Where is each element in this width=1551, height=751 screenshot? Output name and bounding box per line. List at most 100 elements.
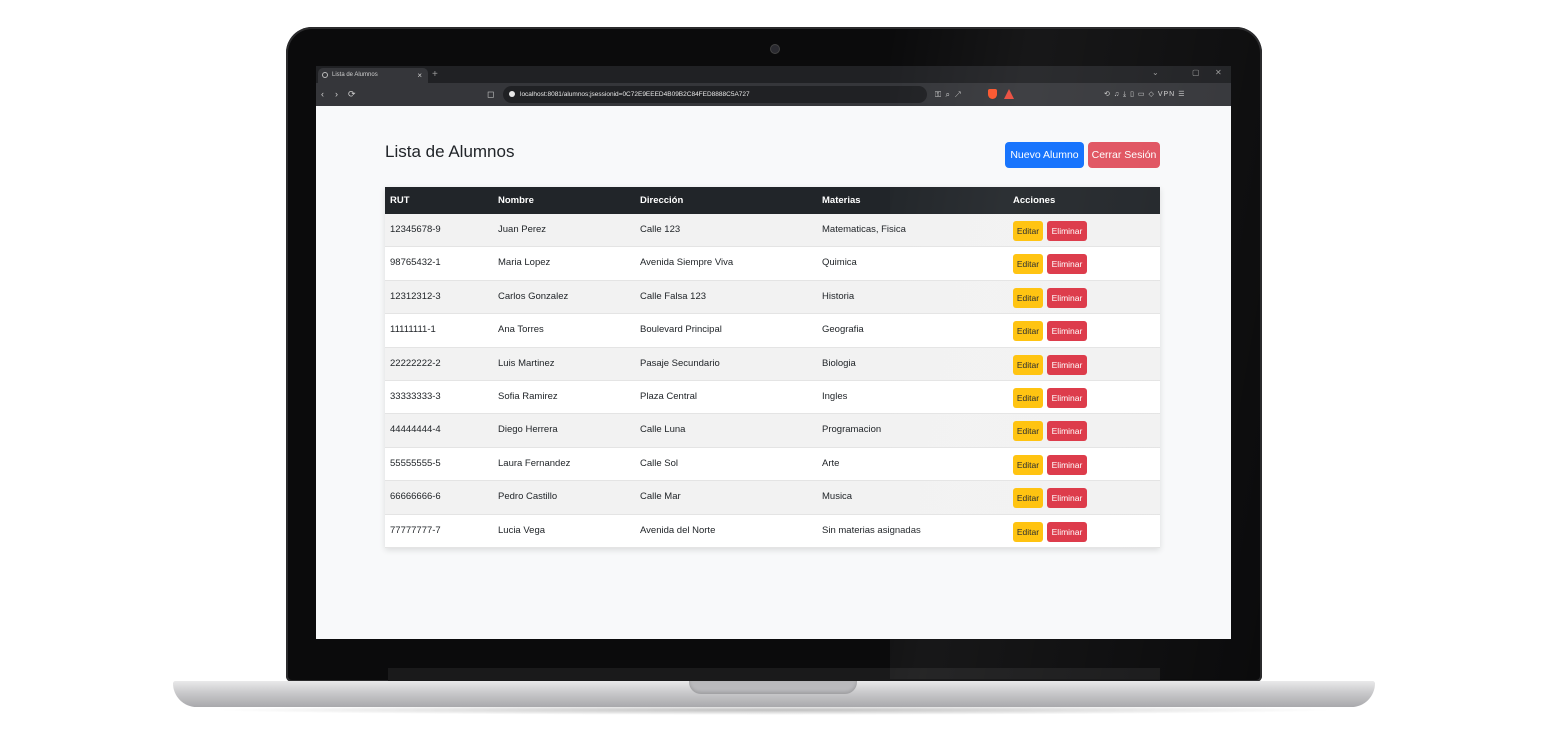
tab-close-icon[interactable]: × — [417, 68, 422, 83]
address-bar-actions: ⚿ ⌕ ↗ — [935, 83, 961, 106]
table-row: 12312312-3 Carlos Gonzalez Calle Falsa 1… — [385, 280, 1160, 315]
browser-tab[interactable]: Lista de Alumnos × — [318, 68, 428, 83]
share-icon[interactable]: ↗ — [954, 90, 960, 99]
page-title: Lista de Alumnos — [385, 142, 515, 161]
music-icon[interactable]: ♫ — [1114, 91, 1120, 98]
cell-nombre: Diego Herrera — [498, 424, 558, 436]
vpn-label[interactable]: VPN — [1158, 91, 1175, 98]
cell-rut: 11111111-1 — [390, 324, 436, 336]
cell-rut: 44444444-4 — [390, 424, 441, 436]
tab-search-icon[interactable]: ⌄ — [1152, 66, 1159, 80]
cell-rut: 66666666-6 — [390, 491, 441, 503]
cell-materias: Biologia — [822, 357, 856, 369]
laptop-hinge — [388, 668, 1160, 682]
delete-button[interactable]: Eliminar — [1047, 521, 1087, 542]
delete-button[interactable]: Eliminar — [1047, 321, 1087, 342]
key-icon[interactable]: ⚿ — [935, 90, 941, 99]
new-student-button[interactable]: Nuevo Alumno — [1005, 142, 1084, 168]
edit-button[interactable]: Editar — [1013, 254, 1043, 275]
delete-button[interactable]: Eliminar — [1047, 488, 1087, 509]
cell-rut: 33333333-3 — [390, 390, 441, 402]
delete-button[interactable]: Eliminar — [1047, 421, 1087, 442]
site-info-icon[interactable] — [509, 91, 515, 97]
edit-button[interactable]: Editar — [1013, 387, 1043, 408]
edit-button[interactable]: Editar — [1013, 221, 1043, 241]
cell-materias: Sin materias asignadas — [822, 524, 921, 536]
webcam-icon — [771, 45, 779, 53]
header-direccion: Dirección — [640, 195, 684, 206]
cell-direccion: Calle Sol — [640, 457, 679, 469]
edit-button[interactable]: Editar — [1013, 488, 1043, 509]
cell-nombre: Luis Martinez — [498, 357, 555, 369]
cell-nombre: Pedro Castillo — [498, 491, 558, 503]
address-bar[interactable]: ◻ localhost:8081/alumnos;jsessionid=0C72… — [487, 86, 927, 103]
students-table: RUT Nombre Dirección Materias Acciones 1… — [385, 187, 1160, 548]
cell-nombre: Carlos Gonzalez — [498, 290, 569, 302]
cell-direccion: Pasaje Secundario — [640, 357, 720, 369]
cell-nombre: Lucia Vega — [498, 524, 546, 536]
laptop-notch — [689, 681, 857, 694]
edit-button[interactable]: Editar — [1013, 287, 1043, 308]
delete-button[interactable]: Eliminar — [1047, 354, 1087, 375]
cell-materias: Matematicas, Fisica — [822, 224, 906, 235]
cell-direccion: Calle Falsa 123 — [640, 290, 707, 302]
reload-icon[interactable]: ⟳ — [348, 83, 356, 106]
browser-window: Lista de Alumnos × + ⌄ ▢ ✕ ‹ › ⟳ ◻ local… — [316, 66, 1231, 639]
table-row: 12345678-9 Juan Perez Calle 123 Matemati… — [385, 214, 1160, 248]
edit-button[interactable]: Editar — [1013, 454, 1043, 475]
table-row: 98765432-1 Maria Lopez Avenida Siempre V… — [385, 247, 1160, 281]
cell-rut: 12312312-3 — [390, 290, 441, 302]
table-row: 33333333-3 Sofia Ramirez Plaza Central I… — [385, 380, 1160, 415]
table-row: 11111111-1 Ana Torres Boulevard Principa… — [385, 314, 1160, 348]
header-materias: Materias — [822, 195, 861, 206]
brave-rewards-icon[interactable] — [1004, 89, 1014, 99]
leo-icon[interactable]: ◇ — [1148, 91, 1154, 98]
cell-direccion: Avenida del Norte — [640, 524, 716, 536]
close-window-icon[interactable]: ✕ — [1215, 66, 1222, 80]
globe-icon — [322, 72, 328, 78]
delete-button[interactable]: Eliminar — [1047, 387, 1087, 408]
forward-icon[interactable]: › — [335, 83, 338, 106]
cell-direccion: Boulevard Principal — [640, 324, 722, 336]
table-body: 12345678-9 Juan Perez Calle 123 Matemati… — [385, 214, 1160, 548]
cell-nombre: Ana Torres — [498, 324, 544, 336]
delete-button[interactable]: Eliminar — [1047, 287, 1087, 308]
table-header: RUT Nombre Dirección Materias Acciones — [385, 187, 1160, 214]
cell-direccion: Plaza Central — [640, 390, 698, 402]
sync-icon[interactable]: ⟲ — [1104, 91, 1111, 98]
cell-nombre: Maria Lopez — [498, 257, 551, 269]
url-text: localhost:8081/alumnos;jsessionid=0C72E9… — [520, 91, 750, 98]
cell-materias: Programacion — [822, 424, 882, 436]
header-acciones: Acciones — [1013, 195, 1056, 206]
delete-button[interactable]: Eliminar — [1047, 221, 1087, 241]
tab-bar: Lista de Alumnos × + ⌄ ▢ ✕ — [316, 66, 1231, 83]
cell-direccion: Avenida Siempre Viva — [640, 257, 734, 269]
table-row: 77777777-7 Lucia Vega Avenida del Norte … — [385, 514, 1160, 548]
bookmark-icon[interactable]: ◻ — [487, 86, 494, 103]
cell-rut: 55555555-5 — [390, 457, 441, 469]
cell-rut: 12345678-9 — [390, 224, 441, 235]
cell-materias: Quimica — [822, 257, 857, 269]
cell-materias: Musica — [822, 491, 853, 503]
brave-shield-icon[interactable] — [988, 89, 997, 99]
delete-button[interactable]: Eliminar — [1047, 454, 1087, 475]
edit-button[interactable]: Editar — [1013, 521, 1043, 542]
cell-materias: Ingles — [822, 390, 848, 402]
table-row: 66666666-6 Pedro Castillo Calle Mar Musi… — [385, 481, 1160, 515]
zoom-icon[interactable]: ⌕ — [946, 90, 950, 99]
edit-button[interactable]: Editar — [1013, 421, 1043, 442]
maximize-icon[interactable]: ▢ — [1192, 66, 1200, 80]
sidebar-icon[interactable]: ▯ — [1130, 91, 1135, 98]
delete-button[interactable]: Eliminar — [1047, 254, 1087, 275]
download-icon[interactable]: ⤓ — [1123, 91, 1127, 98]
cell-materias: Geografia — [822, 324, 864, 336]
header-rut: RUT — [390, 195, 410, 206]
logout-button[interactable]: Cerrar Sesión — [1088, 142, 1160, 168]
wallet-icon[interactable]: ▭ — [1138, 91, 1146, 98]
cell-direccion: Calle 123 — [640, 224, 681, 235]
edit-button[interactable]: Editar — [1013, 321, 1043, 342]
menu-icon[interactable]: ☰ — [1178, 91, 1185, 98]
new-tab-button[interactable]: + — [432, 66, 438, 83]
back-icon[interactable]: ‹ — [321, 83, 324, 106]
edit-button[interactable]: Editar — [1013, 354, 1043, 375]
